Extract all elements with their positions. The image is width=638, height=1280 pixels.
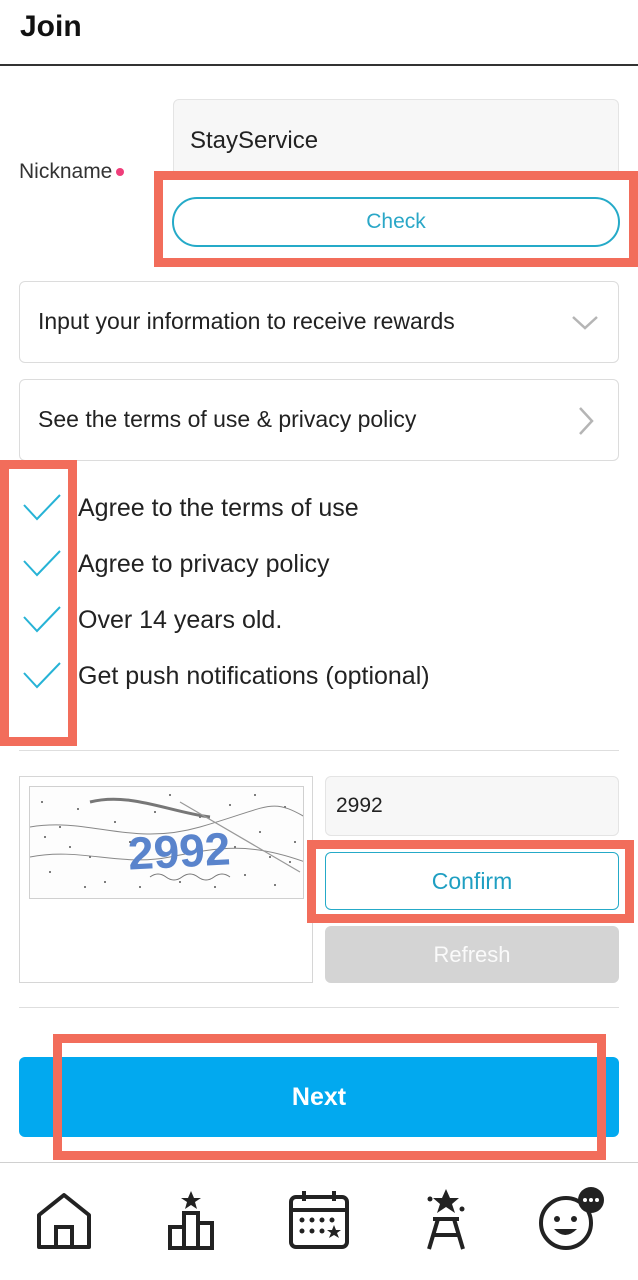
- home-icon: [37, 1193, 91, 1249]
- divider: [19, 750, 619, 751]
- page-title: Join: [20, 10, 82, 43]
- agree-privacy-label: Agree to privacy policy: [78, 550, 330, 578]
- checkmark-icon[interactable]: [22, 491, 62, 525]
- agree-privacy-item[interactable]: Agree to privacy policy: [20, 545, 620, 585]
- chevron-right-icon: [579, 407, 594, 435]
- required-dot: [116, 168, 125, 177]
- confirm-button[interactable]: Confirm: [325, 852, 619, 910]
- ranking-icon: [168, 1191, 214, 1250]
- agree-terms-label: Agree to the terms of use: [78, 494, 359, 522]
- calendar-icon: [289, 1191, 349, 1249]
- nickname-label: Nickname: [19, 160, 125, 184]
- stage-icon: [427, 1189, 465, 1250]
- terms-policy-row[interactable]: See the terms of use & privacy policy: [19, 379, 619, 461]
- divider: [19, 1007, 619, 1008]
- terms-policy-label: See the terms of use & privacy policy: [38, 406, 417, 432]
- nav-ranking[interactable]: [156, 1185, 226, 1255]
- nickname-label-text: Nickname: [19, 160, 113, 183]
- captcha-input[interactable]: 2992: [325, 776, 619, 836]
- bottom-navigation: [0, 1162, 638, 1280]
- app-header: Join: [0, 0, 638, 66]
- captcha-image: 2992: [29, 786, 304, 899]
- chat-emoji-icon: [539, 1187, 604, 1250]
- captcha-noise-graphic: 2992: [30, 794, 303, 888]
- nav-home[interactable]: [29, 1185, 99, 1255]
- refresh-button[interactable]: Refresh: [325, 926, 619, 983]
- captcha-panel: 2992: [19, 776, 313, 983]
- nickname-input[interactable]: StayService: [173, 99, 619, 179]
- nav-calendar[interactable]: [284, 1185, 354, 1255]
- checkmark-icon[interactable]: [22, 603, 62, 637]
- chevron-down-icon: [572, 316, 598, 330]
- nav-chat[interactable]: [536, 1185, 606, 1255]
- agree-push-item[interactable]: Get push notifications (optional): [20, 657, 620, 697]
- nav-stage[interactable]: [411, 1185, 481, 1255]
- rewards-info-label: Input your information to receive reward…: [38, 308, 455, 334]
- agree-push-label: Get push notifications (optional): [78, 662, 430, 690]
- agree-terms-item[interactable]: Agree to the terms of use: [20, 489, 620, 529]
- captcha-text: 2992: [127, 822, 232, 879]
- checkmark-icon[interactable]: [22, 659, 62, 693]
- rewards-info-row[interactable]: Input your information to receive reward…: [19, 281, 619, 363]
- check-nickname-button[interactable]: Check: [172, 197, 620, 247]
- next-button[interactable]: Next: [19, 1057, 619, 1137]
- agree-age-item[interactable]: Over 14 years old.: [20, 601, 620, 641]
- agree-age-label: Over 14 years old.: [78, 606, 283, 634]
- checkmark-icon[interactable]: [22, 547, 62, 581]
